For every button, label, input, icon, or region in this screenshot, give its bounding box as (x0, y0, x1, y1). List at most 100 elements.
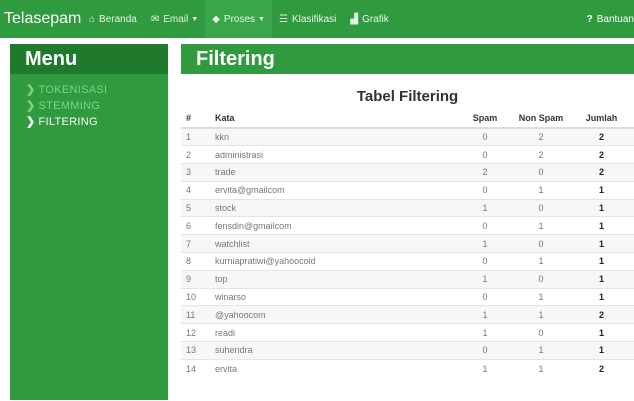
row-kata-cell: winarso (215, 287, 457, 306)
row-jumlah-cell: 1 (569, 287, 634, 306)
row-jumlah-cell: 1 (569, 323, 634, 342)
row-non-spam-cell: 0 (513, 323, 569, 342)
sidebar-item-filtering[interactable]: ❯ FILTERING (10, 114, 168, 130)
row-number-cell: 4 (181, 180, 215, 200)
chart-icon: ▟ (350, 13, 359, 25)
table-row: 14 ervita 1 1 2 (181, 358, 634, 378)
nav-grafik[interactable]: ▟ Grafik (343, 0, 395, 38)
row-number-cell: 13 (181, 341, 215, 360)
nav-proses-dropdown[interactable]: ◆ Proses ▼ (205, 0, 272, 38)
table-row: 13 suhendra 0 1 1 (181, 341, 634, 360)
table-row: 7 watchlist 1 0 1 (181, 234, 634, 253)
row-number-cell: 8 (181, 252, 215, 271)
row-spam-cell: 1 (457, 358, 513, 378)
chevron-down-icon: ▼ (191, 15, 199, 23)
row-non-spam-cell: 0 (513, 163, 569, 182)
row-non-spam-cell: 1 (513, 180, 569, 200)
sidebar-item-tokenisasi[interactable]: ❯ TOKENISASI (10, 82, 168, 98)
row-spam-cell: 1 (457, 198, 513, 217)
row-jumlah-cell: 2 (569, 145, 634, 164)
row-number-cell: 6 (181, 216, 215, 235)
tag-icon: ◆ (212, 13, 220, 25)
column-header-jumlah: Jumlah (569, 109, 634, 129)
row-spam-cell: 1 (457, 305, 513, 324)
row-spam-cell: 0 (457, 341, 513, 360)
row-number-cell: 2 (181, 145, 215, 164)
list-icon: ☰ (278, 13, 288, 25)
row-non-spam-cell: 2 (513, 145, 569, 164)
sidebar-item-label: STEMMING (38, 100, 101, 112)
row-spam-cell: 1 (457, 323, 513, 342)
row-spam-cell: 0 (457, 287, 513, 306)
row-spam-cell: 0 (457, 127, 513, 146)
row-kata-cell: fensdin@gmailcom (215, 216, 457, 235)
chevron-down-icon: ▼ (258, 15, 265, 23)
row-non-spam-cell: 1 (513, 305, 569, 324)
row-spam-cell: 1 (457, 234, 513, 253)
row-number-cell: 5 (181, 198, 215, 217)
table-row: 5 stock 1 0 1 (181, 198, 634, 217)
row-non-spam-cell: 0 (513, 269, 569, 289)
row-non-spam-cell: 1 (513, 216, 569, 235)
sidebar-list: ❯ TOKENISASI ❯ STEMMING ❯ FILTERING (10, 74, 168, 130)
nav-grafik-label: Grafik (362, 13, 389, 25)
column-header-number: # (181, 109, 215, 129)
row-spam-cell: 0 (457, 180, 513, 200)
table-title: Tabel Filtering (356, 88, 459, 105)
nav-email-label: Email (163, 13, 189, 25)
row-non-spam-cell: 1 (513, 252, 569, 271)
nav-klasifikasi[interactable]: ☰ Klasifikasi (272, 0, 343, 38)
row-kata-cell: ervita@gmailcom (215, 180, 457, 200)
help-icon: ? (586, 13, 593, 25)
table-row: 12 readi 1 0 1 (181, 323, 634, 342)
row-non-spam-cell: 0 (513, 198, 569, 217)
chevron-right-icon: ❯ (26, 116, 36, 128)
nav-klasifikasi-label: Klasifikasi (291, 13, 337, 25)
table-header-row: # Kata Spam Non Spam Jumlah (181, 109, 634, 129)
chevron-right-icon: ❯ (26, 100, 36, 112)
row-spam-cell: 0 (457, 252, 513, 271)
row-kata-cell: suhendra (215, 341, 457, 360)
top-navbar: Telasepam ⌂ Beranda ✉ Email ▼ ◆ Proses ▼… (0, 0, 634, 38)
row-kata-cell: top (215, 269, 457, 289)
row-kata-cell: stock (215, 198, 457, 217)
table-row: 11 @yahoocom 1 1 2 (181, 305, 634, 324)
row-kata-cell: administrasi (215, 145, 457, 164)
row-non-spam-cell: 1 (513, 341, 569, 360)
row-number-cell: 3 (181, 163, 215, 182)
sidebar-item-label: TOKENISASI (38, 84, 108, 96)
sidebar-menu: Menu ❯ TOKENISASI ❯ STEMMING ❯ FILTERING (10, 44, 168, 400)
row-jumlah-cell: 2 (569, 163, 634, 182)
row-non-spam-cell: 0 (513, 234, 569, 253)
row-jumlah-cell: 1 (569, 198, 634, 217)
sidebar-item-label: FILTERING (38, 116, 98, 128)
row-non-spam-cell: 1 (513, 358, 569, 378)
table-row: 1 kkn 0 2 2 (181, 127, 634, 146)
nav-beranda[interactable]: ⌂ Beranda (82, 0, 144, 38)
row-spam-cell: 0 (457, 216, 513, 235)
row-kata-cell: watchlist (215, 234, 457, 253)
column-header-spam: Spam (457, 109, 513, 129)
row-non-spam-cell: 1 (513, 287, 569, 306)
table-row: 3 trade 2 0 2 (181, 163, 634, 182)
nav-bantuan[interactable]: ? Bantuan (587, 14, 634, 25)
nav-email-dropdown[interactable]: ✉ Email ▼ (144, 0, 205, 38)
envelope-icon: ✉ (150, 13, 160, 25)
row-kata-cell: kkn (215, 127, 457, 146)
sidebar-title: Menu (10, 44, 168, 74)
row-spam-cell: 1 (457, 269, 513, 289)
brand-logo[interactable]: Telasepam (0, 10, 82, 28)
row-kata-cell: kurniapratiwi@yahoocoid (215, 252, 457, 271)
row-spam-cell: 2 (457, 163, 513, 182)
row-jumlah-cell: 1 (569, 234, 634, 253)
row-number-cell: 10 (181, 287, 215, 306)
row-spam-cell: 0 (457, 145, 513, 164)
row-jumlah-cell: 2 (569, 127, 634, 146)
row-number-cell: 7 (181, 234, 215, 253)
table-row: 4 ervita@gmailcom 0 1 1 (181, 180, 634, 200)
sidebar-item-stemming[interactable]: ❯ STEMMING (10, 98, 168, 114)
nav-proses-label: Proses (223, 13, 256, 25)
nav-beranda-label: Beranda (99, 13, 137, 25)
table-row: 9 top 1 0 1 (181, 269, 634, 289)
page-title: Filtering (181, 44, 634, 74)
